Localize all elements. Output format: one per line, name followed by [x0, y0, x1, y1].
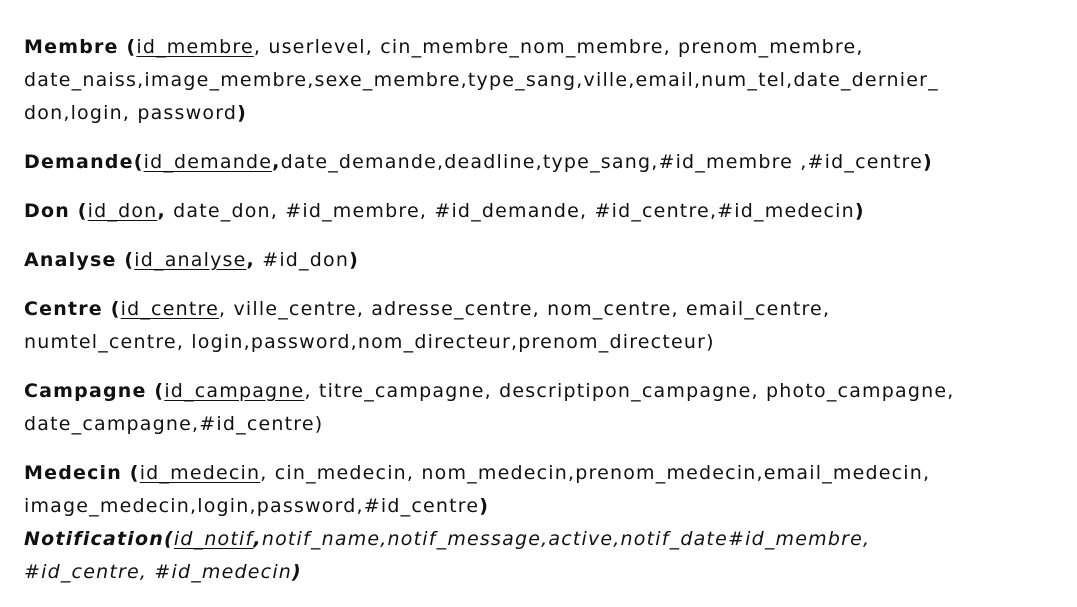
medecin-line-2: image_medecin,login,password,#id_centre) — [24, 490, 1064, 523]
don-open-paren: ( — [69, 200, 88, 222]
don-primary-key: id_don — [87, 200, 158, 222]
campagne-fields-1: , titre_campagne, descriptipon_campagne,… — [304, 380, 955, 402]
membre-table-name: Membre — [24, 36, 119, 58]
campagne-line-2: date_campagne,#id_centre) — [24, 408, 1064, 441]
analyse-close-paren: ) — [349, 249, 359, 271]
analyse-line: Analyse (id_analyse, #id_don) — [24, 244, 1064, 277]
demande-fields: date_demande,deadline,type_sang,#id_memb… — [280, 151, 924, 173]
notification-line-1: Notification(id_notif,notif_name,notif_m… — [24, 523, 1064, 556]
demande-close-paren: ) — [923, 151, 933, 173]
don-fields: date_don, #id_membre, #id_demande, #id_c… — [165, 200, 855, 222]
membre-line-2: date_naiss,image_membre,sexe_membre,type… — [24, 64, 1064, 97]
demande-primary-key: id_demande — [143, 151, 273, 173]
medecin-open-paren: ( — [121, 462, 140, 484]
analyse-open-paren: ( — [116, 249, 135, 271]
notification-primary-key: id_notif — [173, 528, 254, 550]
membre-close-paren: ) — [237, 102, 248, 124]
notification-close-paren: ) — [292, 561, 302, 583]
campagne-table-name: Campagne — [24, 380, 147, 402]
campagne-line-1: Campagne (id_campagne, titre_campagne, d… — [24, 375, 1064, 408]
don-table-name: Don — [24, 200, 70, 222]
medecin-line-1: Medecin (id_medecin, cin_medecin, nom_me… — [24, 457, 1064, 490]
demande-pk-comma: , — [272, 151, 281, 173]
centre-fields-2: numtel_centre, login,password,nom_direct… — [24, 331, 715, 353]
don-pk-comma: , — [157, 200, 166, 222]
centre-open-paren: ( — [102, 298, 121, 320]
medecin-close-paren: ) — [479, 495, 490, 517]
membre-fields-3: don,login, password — [24, 102, 238, 124]
membre-line-3: don,login, password) — [24, 97, 1064, 130]
centre-fields-1: , ville_centre, adresse_centre, nom_cent… — [218, 298, 831, 320]
medecin-table-name: Medecin — [24, 462, 122, 484]
don-line: Don (id_don, date_don, #id_membre, #id_d… — [24, 195, 1064, 228]
centre-line-1: Centre (id_centre, ville_centre, adresse… — [24, 293, 1064, 326]
centre-primary-key: id_centre — [120, 298, 219, 320]
analyse-fields: #id_don — [254, 249, 350, 271]
membre-open-paren: ( — [118, 36, 137, 58]
demande-table-name: Demande — [24, 151, 134, 173]
membre-fields-1: , userlevel, cin_membre_nom_membre, pren… — [253, 36, 864, 58]
campagne-primary-key: id_campagne — [164, 380, 305, 402]
membre-primary-key: id_membre — [136, 36, 254, 58]
campagne-open-paren: ( — [146, 380, 165, 402]
campagne-fields-2: date_campagne,#id_centre) — [24, 413, 324, 435]
notification-fields-2: #id_centre, #id_medecin — [24, 561, 293, 583]
notification-fields-1: notif_name,notif_message,active,notif_da… — [261, 528, 871, 550]
medecin-fields-2: image_medecin,login,password,#id_centre — [24, 495, 480, 517]
analyse-table-name: Analyse — [24, 249, 117, 271]
membre-fields-2: date_naiss,image_membre,sexe_membre,type… — [24, 69, 939, 91]
membre-line-1: Membre (id_membre, userlevel, cin_membre… — [24, 31, 1064, 64]
demande-open-paren: ( — [133, 151, 144, 173]
demande-line: Demande(id_demande,date_demande,deadline… — [24, 146, 1064, 179]
relational-schema-document: Membre (id_membre, userlevel, cin_membre… — [24, 31, 1064, 589]
centre-table-name: Centre — [24, 298, 103, 320]
centre-line-2: numtel_centre, login,password,nom_direct… — [24, 326, 1064, 359]
medecin-fields-1: , cin_medecin, nom_medecin,prenom_medeci… — [260, 462, 931, 484]
notification-line-2: #id_centre, #id_medecin) — [24, 556, 1064, 589]
notification-table-name: Notification( — [24, 528, 174, 550]
don-close-paren: ) — [854, 200, 865, 222]
analyse-pk-comma: , — [246, 249, 255, 271]
analyse-primary-key: id_analyse — [134, 249, 247, 271]
medecin-primary-key: id_medecin — [139, 462, 261, 484]
notification-pk-comma: , — [253, 528, 262, 550]
